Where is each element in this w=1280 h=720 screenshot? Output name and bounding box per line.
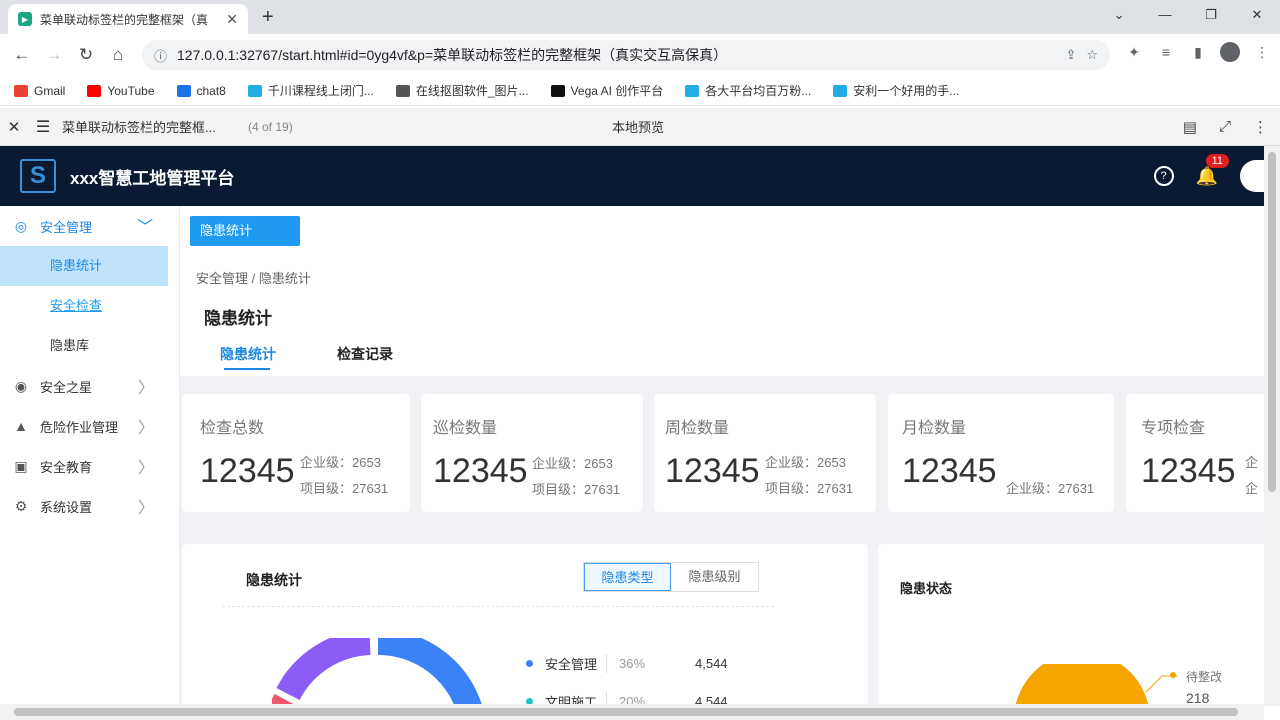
breadcrumb: 安全管理 / 隐患统计 [196, 271, 311, 286]
share-icon[interactable]: ⇪ [1065, 47, 1076, 63]
gear-icon: ⚙ [14, 497, 28, 514]
back-button[interactable]: ← [6, 45, 38, 65]
reading-list-icon[interactable]: ≡ [1156, 44, 1176, 60]
browser-tab-strip: ▶ 菜单联动标签栏的完整框架（真 ✕ + ⌄ — ❐ ✕ [0, 0, 1280, 34]
minimize-button[interactable]: — [1142, 0, 1188, 30]
stat-card: 周检数量 12345 企业级：2653 项目级：27631 [654, 394, 876, 512]
sidebar-group-security[interactable]: ◎ 安全管理 〉 [0, 206, 168, 246]
horizontal-scrollbar[interactable] [0, 704, 1264, 720]
browser-tab-title: 菜单联动标签栏的完整框架（真 [40, 12, 209, 27]
tab-hazard-stats[interactable]: 隐患统计 [220, 344, 276, 364]
more-menu-icon[interactable]: ⋮ [1252, 44, 1272, 61]
stat-card: 月检数量 12345 企业级：27631 [888, 394, 1114, 512]
new-tab-button[interactable]: + [262, 6, 274, 29]
close-preview-icon[interactable]: ✕ [0, 118, 28, 136]
user-circle-icon: ◉ [14, 377, 28, 394]
sidebar: ◎ 安全管理 〉 隐患统计 安全检查 隐患库 ◉ 安全之星 〉 ▲ 危险作业管理… [0, 206, 180, 720]
restore-button[interactable]: ❐ [1188, 0, 1234, 30]
window-controls: ⌄ — ❐ ✕ [1096, 0, 1280, 30]
open-tag-hazard-stats[interactable]: 隐患统计 [190, 216, 300, 246]
bookmark-platform[interactable]: 各大平台均百万粉... [685, 82, 811, 99]
panel-title: 隐患状态 [900, 581, 953, 596]
panel-title: 隐患统计 [246, 572, 302, 588]
main-content: 隐患统计 安全管理 / 隐患统计 隐患统计 隐患统计 检查记录 检查总数 123… [180, 206, 1264, 720]
sidebar-item-safety-check[interactable]: 安全检查 [0, 286, 168, 326]
chevron-down-icon: 〉 [134, 217, 152, 235]
chevron-down-icon[interactable]: ⌄ [1096, 0, 1142, 30]
bookmark-cutout[interactable]: 在线抠图软件_图片... [395, 82, 529, 99]
sidebar-item-dangerous-work[interactable]: ▲ 危险作业管理 〉 [0, 406, 168, 446]
status-legend-label: 待整改 [1186, 670, 1223, 684]
fit-icon[interactable]: ⤢ [1219, 118, 1231, 136]
extension-icons: ✦ ≡ ▮ ⋮ [1124, 42, 1272, 62]
logo-icon: S [20, 159, 56, 193]
bookmark-gmail[interactable]: Gmail [14, 84, 65, 98]
tab-check-records[interactable]: 检查记录 [337, 344, 393, 364]
browser-tab[interactable]: ▶ 菜单联动标签栏的完整框架（真 ✕ [8, 4, 248, 34]
bookmarks-bar: Gmail YouTube chat8 千川课程线上闭门... 在线抠图软件_图… [0, 76, 1280, 106]
vertical-scrollbar[interactable] [1264, 146, 1280, 706]
preview-center-label: 本地预览 [612, 120, 665, 135]
legend-dot [526, 660, 533, 667]
hazard-stats-panel: 隐患统计 安全管理 36% 4,544 文明施工 20% 4,544 [182, 544, 868, 720]
stat-card: 专项检查 12345 企 企 [1126, 394, 1264, 512]
page-header: 隐患统计 安全管理 / 隐患统计 隐患统计 隐患统计 检查记录 [180, 206, 1264, 376]
divider [222, 606, 774, 607]
seg-hazard-type[interactable]: 隐患类型 [584, 563, 671, 591]
bell-icon[interactable]: 🔔 11 [1196, 153, 1229, 187]
extensions-icon[interactable]: ✦ [1124, 44, 1144, 61]
bookmark-youtube[interactable]: YouTube [87, 84, 155, 98]
book-icon: ▣ [14, 457, 28, 474]
address-bar[interactable]: ⓘ 127.0.0.1:32767/start.html#id=0yg4vf&p… [142, 40, 1110, 70]
warning-icon: ▲ [14, 418, 28, 434]
sidebar-item-hazard-library[interactable]: 隐患库 [0, 326, 168, 366]
active-tab-indicator [224, 368, 270, 370]
bookmark-chat8[interactable]: chat8 [176, 84, 226, 98]
preview-page-count: (4 of 19) [248, 119, 293, 134]
side-panel-icon[interactable]: ▮ [1188, 44, 1208, 61]
bookmark-star-icon[interactable]: ☆ [1086, 47, 1098, 63]
seg-hazard-level[interactable]: 隐患级别 [671, 563, 758, 591]
bookmark-recommend[interactable]: 安利一个好用的手... [833, 82, 959, 99]
profile-avatar[interactable] [1220, 42, 1240, 62]
preview-more-icon[interactable]: ⋮ [1253, 118, 1268, 136]
preview-page-title: 菜单联动标签栏的完整框... [62, 120, 216, 135]
close-tab-icon[interactable]: ✕ [226, 11, 238, 28]
chevron-right-icon: 〉 [137, 420, 154, 437]
app-header: S xxx智慧工地管理平台 ? 🔔 11 [0, 146, 1264, 206]
forward-button[interactable]: → [38, 45, 70, 65]
page-list-menu-icon[interactable]: ☰ [28, 117, 58, 137]
reload-button[interactable]: ↻ [70, 45, 102, 65]
notification-badge: 11 [1205, 153, 1229, 168]
chevron-right-icon: 〉 [137, 500, 154, 517]
hazard-segment-control: 隐患类型 隐患级别 [583, 562, 759, 592]
help-icon[interactable]: ? [1153, 166, 1174, 186]
chevron-right-icon: 〉 [137, 460, 154, 477]
sidebar-item-education[interactable]: ▣ 安全教育 〉 [0, 446, 168, 486]
brand-title: xxx智慧工地管理平台 [70, 168, 235, 188]
sidebar-item-hazard-stats[interactable]: 隐患统计 [0, 246, 168, 286]
preview-bar: ✕ ☰ 菜单联动标签栏的完整框... (4 of 19) 本地预览 ▤ ⤢ ⋮ [0, 108, 1280, 146]
notes-icon[interactable]: ▤ [1183, 118, 1197, 136]
hazard-status-panel: 隐患状态 待整改 218 [878, 544, 1264, 720]
close-window-button[interactable]: ✕ [1234, 0, 1280, 30]
chevron-right-icon: 〉 [137, 380, 154, 397]
url-text[interactable]: 127.0.0.1:32767/start.html#id=0yg4vf&p=菜… [177, 45, 1055, 65]
donut-segment [276, 638, 371, 701]
stat-card: 检查总数 12345 企业级：2653 项目级：27631 [182, 394, 410, 512]
sidebar-item-safety-star[interactable]: ◉ 安全之星 〉 [0, 366, 168, 406]
legend-item: 安全管理 36% 4,544 [526, 654, 728, 673]
bookmark-course[interactable]: 千川课程线上闭门... [247, 82, 374, 99]
sidebar-item-settings[interactable]: ⚙ 系统设置 〉 [0, 486, 168, 526]
site-info-icon[interactable]: ⓘ [154, 46, 167, 65]
page-title: 隐患统计 [204, 309, 272, 328]
site-favicon-icon: ▶ [18, 12, 32, 26]
legend-dot [1170, 672, 1176, 678]
shield-icon: ◎ [14, 217, 28, 234]
home-button[interactable]: ⌂ [102, 45, 134, 65]
stat-card: 巡检数量 12345 企业级：2653 项目级：27631 [421, 394, 643, 512]
browser-toolbar: ← → ↻ ⌂ ⓘ 127.0.0.1:32767/start.html#id=… [0, 34, 1280, 76]
user-avatar[interactable] [1240, 160, 1264, 192]
bookmark-vega[interactable]: Vega AI 创作平台 [550, 82, 663, 99]
